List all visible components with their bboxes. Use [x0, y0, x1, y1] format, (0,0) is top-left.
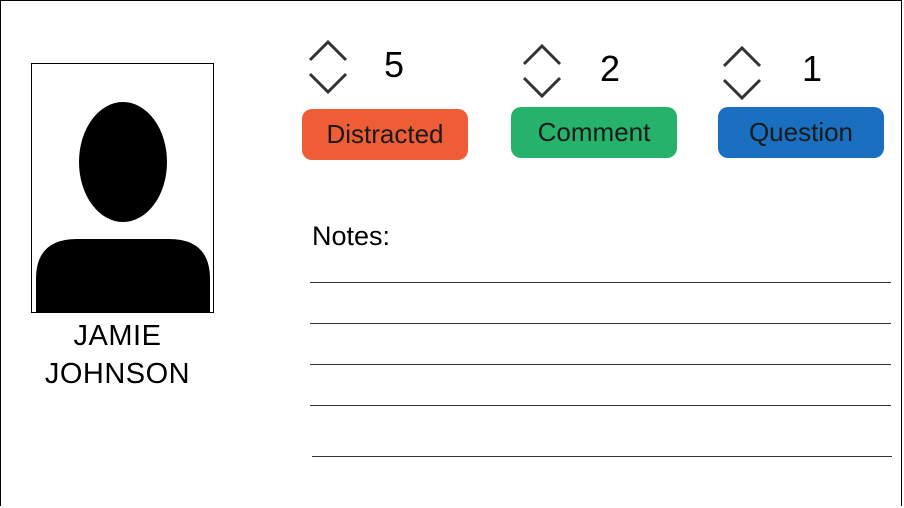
student-first-name: JAMIE — [73, 320, 162, 352]
student-last-name: JOHNSON — [44, 358, 191, 390]
chevron-down-icon[interactable] — [308, 70, 348, 96]
note-line — [312, 456, 892, 457]
comment-button[interactable]: Comment — [511, 107, 677, 158]
student-photo — [31, 63, 214, 313]
comment-count: 2 — [600, 48, 621, 89]
distracted-stepper — [308, 38, 348, 98]
question-count: 1 — [802, 48, 823, 89]
comment-stepper — [522, 42, 562, 102]
question-stepper — [722, 44, 762, 104]
chevron-down-icon[interactable] — [522, 74, 562, 100]
note-line — [310, 405, 891, 406]
note-line — [310, 282, 891, 283]
note-line — [310, 364, 891, 365]
distracted-button[interactable]: Distracted — [302, 109, 468, 160]
chevron-up-icon[interactable] — [308, 38, 348, 64]
chevron-up-icon[interactable] — [522, 42, 562, 68]
distracted-count: 5 — [384, 44, 405, 85]
note-line — [310, 323, 891, 324]
chevron-down-icon[interactable] — [722, 76, 762, 102]
student-card: JAMIE JOHNSON 5 Distracted 2 Comment 1 Q… — [0, 0, 902, 506]
student-name: JAMIE JOHNSON — [21, 317, 214, 393]
question-button[interactable]: Question — [718, 107, 884, 158]
person-silhouette-icon — [36, 102, 210, 312]
chevron-up-icon[interactable] — [722, 44, 762, 70]
notes-label: Notes: — [312, 221, 391, 251]
